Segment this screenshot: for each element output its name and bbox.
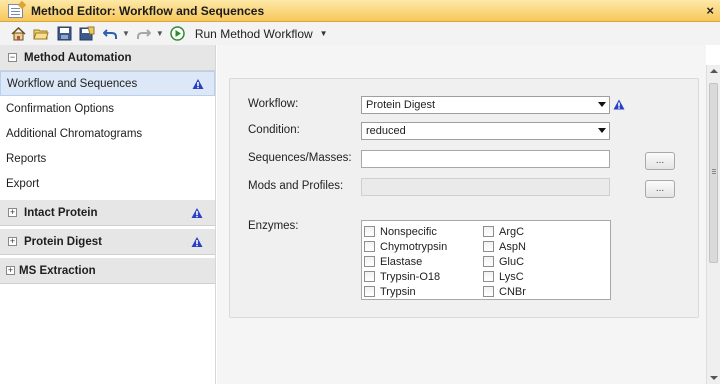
vertical-scrollbar[interactable]	[706, 65, 720, 384]
condition-select[interactable]: reduced	[361, 122, 610, 140]
warning-icon	[191, 236, 203, 247]
sidebar-item-workflow-and-sequences[interactable]: Workflow and Sequences	[0, 71, 215, 96]
enzyme-option[interactable]: LysC	[483, 269, 526, 284]
sidebar-item-label: Workflow and Sequences	[7, 77, 138, 90]
sidebar-item-confirmation-options[interactable]: Confirmation Options	[0, 96, 215, 121]
condition-value: reduced	[366, 125, 406, 137]
workflow-panel: Workflow: Protein Digest Condition: redu…	[229, 78, 699, 318]
enzyme-option[interactable]: Chymotrypsin	[364, 239, 447, 254]
workflow-value: Protein Digest	[366, 99, 436, 111]
toolbar: ▼ ▼ Run Method Workflow ▼	[0, 22, 720, 45]
checkbox[interactable]	[364, 241, 375, 252]
undo-dropdown-icon[interactable]: ▼	[122, 29, 130, 38]
group-ms-extraction[interactable]: + MS Extraction	[0, 258, 215, 284]
enzyme-label: GluC	[499, 255, 525, 268]
enzyme-option[interactable]: Nonspecific	[364, 224, 447, 239]
group-label: MS Extraction	[19, 264, 96, 277]
sidebar-item-label: Reports	[6, 152, 47, 165]
enzyme-label: LysC	[499, 270, 524, 283]
browse-mods-button[interactable]: ...	[645, 180, 675, 198]
enzyme-label: Nonspecific	[380, 225, 437, 238]
mods-label: Mods and Profiles:	[248, 180, 344, 192]
enzymes-left-column: Nonspecific Chymotrypsin Elastase Trypsi…	[364, 224, 447, 299]
checkbox[interactable]	[483, 226, 494, 237]
method-editor-icon	[8, 3, 23, 18]
sidebar-item-label: Additional Chromatograms	[6, 127, 143, 140]
enzyme-label: Trypsin	[380, 285, 416, 298]
chevron-down-icon	[598, 128, 606, 133]
checkbox[interactable]	[483, 241, 494, 252]
run-icon[interactable]	[170, 26, 186, 42]
checkbox[interactable]	[483, 271, 494, 282]
enzymes-list: Nonspecific Chymotrypsin Elastase Trypsi…	[361, 220, 611, 300]
enzyme-label: Elastase	[380, 255, 423, 268]
sidebar-item-reports[interactable]: Reports	[0, 146, 215, 171]
expand-icon[interactable]: +	[8, 208, 17, 217]
expand-icon[interactable]: +	[8, 237, 17, 246]
enzyme-option[interactable]: GluC	[483, 254, 526, 269]
sidebar-item-additional-chromatograms[interactable]: Additional Chromatograms	[0, 121, 215, 146]
chevron-down-icon	[598, 102, 606, 107]
redo-dropdown-icon[interactable]: ▼	[156, 29, 164, 38]
browse-sequences-button[interactable]: ...	[645, 152, 675, 170]
group-label: Intact Protein	[24, 206, 98, 219]
grip-icon	[712, 169, 716, 170]
enzymes-right-column: ArgC AspN GluC LysC CNBr	[483, 224, 526, 299]
expand-icon[interactable]: +	[6, 266, 15, 275]
sequences-input[interactable]	[361, 150, 610, 168]
warning-icon	[192, 78, 204, 89]
scroll-down-icon[interactable]	[710, 376, 718, 380]
sidebar-item-export[interactable]: Export	[0, 171, 215, 196]
run-dropdown-icon[interactable]: ▼	[320, 29, 328, 38]
run-method-workflow-button[interactable]: Run Method Workflow	[195, 27, 313, 41]
mods-input	[361, 178, 610, 196]
save-as-icon[interactable]	[79, 26, 95, 42]
enzyme-label: Chymotrypsin	[380, 240, 448, 253]
enzyme-label: AspN	[499, 240, 526, 253]
group-label: Method Automation	[24, 51, 132, 64]
checkbox[interactable]	[364, 271, 375, 282]
group-protein-digest[interactable]: + Protein Digest	[0, 229, 215, 255]
save-icon[interactable]	[56, 26, 72, 42]
redo-icon[interactable]	[136, 26, 152, 42]
enzyme-option[interactable]: Elastase	[364, 254, 447, 269]
checkbox[interactable]	[364, 286, 375, 297]
checkbox[interactable]	[483, 256, 494, 267]
scroll-thumb[interactable]	[709, 83, 718, 263]
sidebar-item-label: Confirmation Options	[6, 102, 115, 115]
condition-label: Condition:	[248, 124, 300, 136]
workflow-label: Workflow:	[248, 98, 299, 110]
checkbox[interactable]	[483, 286, 494, 297]
group-label: Protein Digest	[24, 235, 102, 248]
group-intact-protein[interactable]: + Intact Protein	[0, 200, 215, 226]
enzymes-label: Enzymes:	[248, 220, 299, 232]
title-bar: Method Editor: Workflow and Sequences ×	[0, 0, 720, 22]
enzyme-option[interactable]: CNBr	[483, 284, 526, 299]
collapse-icon[interactable]: −	[8, 53, 17, 62]
workflow-select[interactable]: Protein Digest	[361, 96, 610, 114]
undo-icon[interactable]	[102, 26, 118, 42]
warning-icon	[191, 207, 203, 218]
enzyme-option[interactable]: Trypsin	[364, 284, 447, 299]
main-content: Workflow: Protein Digest Condition: redu…	[217, 45, 706, 384]
sidebar-item-label: Export	[6, 177, 40, 190]
home-icon[interactable]	[10, 26, 26, 42]
enzyme-label: CNBr	[499, 285, 526, 298]
close-icon[interactable]: ×	[706, 3, 714, 18]
sequences-label: Sequences/Masses:	[248, 152, 352, 164]
open-folder-icon[interactable]	[33, 26, 49, 42]
enzyme-option[interactable]: Trypsin-O18	[364, 269, 447, 284]
warning-icon	[613, 99, 625, 110]
enzyme-option[interactable]: ArgC	[483, 224, 526, 239]
checkbox[interactable]	[364, 256, 375, 267]
enzyme-option[interactable]: AspN	[483, 239, 526, 254]
scroll-up-icon[interactable]	[710, 69, 718, 73]
sidebar: − Method Automation Workflow and Sequenc…	[0, 45, 216, 384]
enzyme-label: ArgC	[499, 225, 525, 238]
window-title: Method Editor: Workflow and Sequences	[31, 3, 265, 18]
checkbox[interactable]	[364, 226, 375, 237]
group-method-automation[interactable]: − Method Automation	[0, 45, 215, 71]
enzyme-label: Trypsin-O18	[380, 270, 441, 283]
